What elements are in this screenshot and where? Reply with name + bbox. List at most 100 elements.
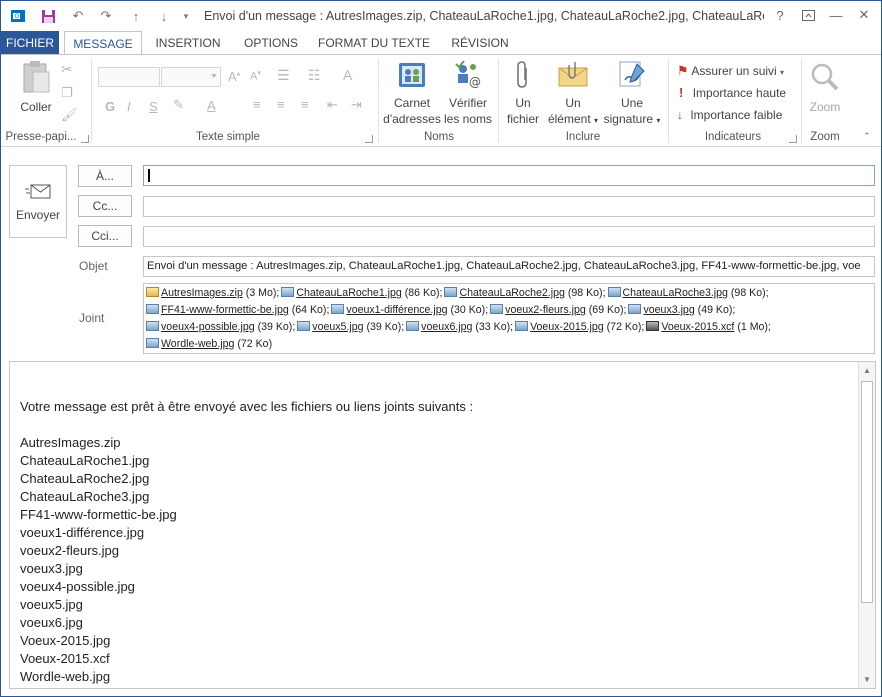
- attachment-item[interactable]: voeux3.jpg (49 Ko);: [628, 304, 735, 316]
- vertical-scrollbar[interactable]: ▲ ▼: [858, 362, 875, 688]
- body-file-line: Wordle-web.jpg: [20, 669, 111, 684]
- font-size-combo[interactable]: [161, 67, 221, 87]
- tab-review[interactable]: RÉVISION: [443, 31, 517, 55]
- subject-field[interactable]: Envoi d'un message : AutresImages.zip, C…: [143, 256, 875, 277]
- bcc-field[interactable]: [143, 226, 875, 247]
- attachment-name: voeux1-différence.jpg: [346, 304, 448, 316]
- low-importance-button[interactable]: ↓ Importance faible: [677, 108, 782, 122]
- align-right-icon[interactable]: ≡: [301, 97, 309, 112]
- attachment-item[interactable]: voeux1-différence.jpg (30 Ko);: [331, 304, 488, 316]
- scroll-up-icon[interactable]: ▲: [859, 362, 875, 379]
- font-name-combo[interactable]: [98, 67, 160, 87]
- message-body[interactable]: Votre message est prêt à être envoyé ave…: [9, 361, 876, 689]
- down-arrow-icon[interactable]: ↓: [155, 7, 173, 25]
- attachment-item[interactable]: FF41-www-formettic-be.jpg (64 Ko);: [146, 304, 329, 316]
- bcc-button[interactable]: Cci...: [78, 225, 132, 247]
- highlight-icon[interactable]: ✎: [173, 97, 184, 113]
- zoom-button[interactable]: Zoom: [805, 59, 845, 115]
- paste-button[interactable]: Coller: [15, 59, 57, 115]
- attachment-size: (64 Ko);: [291, 304, 330, 316]
- attachment-name: voeux5.jpg: [312, 321, 364, 333]
- attachment-item[interactable]: ChateauLaRoche3.jpg (98 Ko);: [607, 287, 769, 299]
- undo-icon[interactable]: ↶: [69, 7, 87, 25]
- tab-format-text[interactable]: FORMAT DU TEXTE: [313, 31, 435, 55]
- body-file-line: voeux5.jpg: [20, 597, 83, 612]
- message-body-text[interactable]: Votre message est prêt à être envoyé ave…: [20, 398, 850, 686]
- attachment-item[interactable]: voeux6.jpg (33 Ko);: [406, 321, 513, 333]
- address-book-label-2: d'adresses: [383, 112, 441, 126]
- attachment-item[interactable]: AutresImages.zip (3 Mo);: [146, 287, 279, 299]
- send-label: Envoyer: [15, 208, 61, 222]
- tab-options[interactable]: OPTIONS: [233, 31, 309, 55]
- body-file-line: Voeux-2015.xcf: [20, 651, 110, 666]
- copy-icon[interactable]: ❐: [61, 85, 73, 101]
- tab-file[interactable]: FICHIER: [1, 31, 59, 55]
- body-file-line: voeux4-possible.jpg: [20, 579, 135, 594]
- grow-font-icon[interactable]: A▴: [228, 69, 240, 84]
- shrink-font-icon[interactable]: A▾: [250, 69, 261, 83]
- check-names-button[interactable]: @ Vérifier les noms: [442, 59, 494, 127]
- minimize-button[interactable]: —: [823, 4, 849, 26]
- font-color-icon[interactable]: A: [207, 98, 216, 113]
- attachment-item[interactable]: voeux5.jpg (39 Ko);: [297, 321, 404, 333]
- outlook-app-icon[interactable]: O: [9, 7, 27, 25]
- help-button[interactable]: ?: [767, 4, 793, 26]
- italic-button[interactable]: I: [127, 99, 131, 114]
- close-button[interactable]: ✕: [851, 4, 877, 26]
- names-group-label: Noms: [423, 131, 455, 143]
- cut-icon[interactable]: ✂: [61, 61, 73, 78]
- high-importance-button[interactable]: ! Importance haute: [679, 85, 786, 100]
- ribbon-display-button[interactable]: [795, 4, 821, 26]
- to-button[interactable]: À...: [78, 165, 132, 187]
- tab-insert[interactable]: INSERTION: [149, 31, 227, 55]
- attachment-item[interactable]: Wordle-web.jpg (72 Ko): [146, 338, 272, 350]
- customize-toolbar-icon[interactable]: ▾: [177, 7, 195, 25]
- basic-text-launcher-icon[interactable]: [365, 135, 373, 143]
- clipboard-group-label: Presse-papi...: [5, 131, 77, 143]
- align-left-icon[interactable]: ≡: [253, 97, 261, 112]
- jpg-file-icon: [607, 287, 621, 297]
- jpg-file-icon: [146, 338, 159, 348]
- bold-button[interactable]: G: [105, 99, 115, 114]
- numbering-icon[interactable]: ☷: [308, 67, 321, 84]
- cc-field[interactable]: [143, 196, 875, 217]
- follow-up-label: Assurer un suivi: [691, 64, 777, 78]
- tab-message[interactable]: MESSAGE: [64, 31, 142, 56]
- underline-button[interactable]: S: [149, 99, 158, 114]
- redo-icon[interactable]: ↷: [97, 7, 115, 25]
- signature-label-2: signature ▾: [603, 112, 661, 126]
- align-center-icon[interactable]: ≡: [277, 97, 285, 112]
- tags-group-label: Indicateurs: [704, 131, 762, 143]
- scroll-down-icon[interactable]: ▼: [859, 671, 875, 688]
- attachment-item[interactable]: ChateauLaRoche1.jpg (86 Ko);: [281, 287, 442, 299]
- address-book-button[interactable]: Carnet d'adresses: [382, 59, 442, 127]
- jpg-file-icon: [406, 321, 420, 331]
- attachment-item[interactable]: voeux2-fleurs.jpg (69 Ko);: [490, 304, 626, 316]
- attachment-item[interactable]: ChateauLaRoche2.jpg (98 Ko);: [444, 287, 606, 299]
- attachment-item[interactable]: Voeux-2015.jpg (72 Ko);: [515, 321, 644, 333]
- increase-indent-icon[interactable]: ⇥: [351, 97, 362, 113]
- follow-up-button[interactable]: ⚑ Assurer un suivi ▾: [677, 63, 784, 79]
- attach-file-button[interactable]: Un fichier: [503, 59, 543, 127]
- attach-item-button[interactable]: Un élément ▾: [546, 59, 600, 129]
- subject-label: Objet: [79, 259, 108, 273]
- jpg-file-icon: [331, 304, 345, 314]
- format-painter-icon[interactable]: 🖌: [61, 107, 78, 123]
- up-arrow-icon[interactable]: ↑: [127, 7, 145, 25]
- svg-text:@: @: [469, 75, 481, 89]
- clear-format-icon[interactable]: A: [343, 67, 352, 83]
- decrease-indent-icon[interactable]: ⇤: [327, 97, 338, 113]
- collapse-ribbon-icon[interactable]: ⌃: [863, 131, 871, 142]
- tags-launcher-icon[interactable]: [789, 135, 797, 143]
- to-field[interactable]: [143, 165, 875, 186]
- clipboard-launcher-icon[interactable]: [81, 135, 89, 143]
- cc-button[interactable]: Cc...: [78, 195, 132, 217]
- save-icon[interactable]: [39, 7, 57, 25]
- scrollbar-thumb[interactable]: [861, 381, 873, 603]
- bullets-icon[interactable]: ☰: [277, 67, 290, 84]
- attachment-item[interactable]: Voeux-2015.xcf (1 Mo);: [646, 321, 771, 333]
- send-button[interactable]: Envoyer: [9, 165, 67, 238]
- attachment-size: (30 Ko);: [450, 304, 489, 316]
- signature-button[interactable]: Une signature ▾: [601, 59, 663, 129]
- attachment-item[interactable]: voeux4-possible.jpg (39 Ko);: [146, 321, 295, 333]
